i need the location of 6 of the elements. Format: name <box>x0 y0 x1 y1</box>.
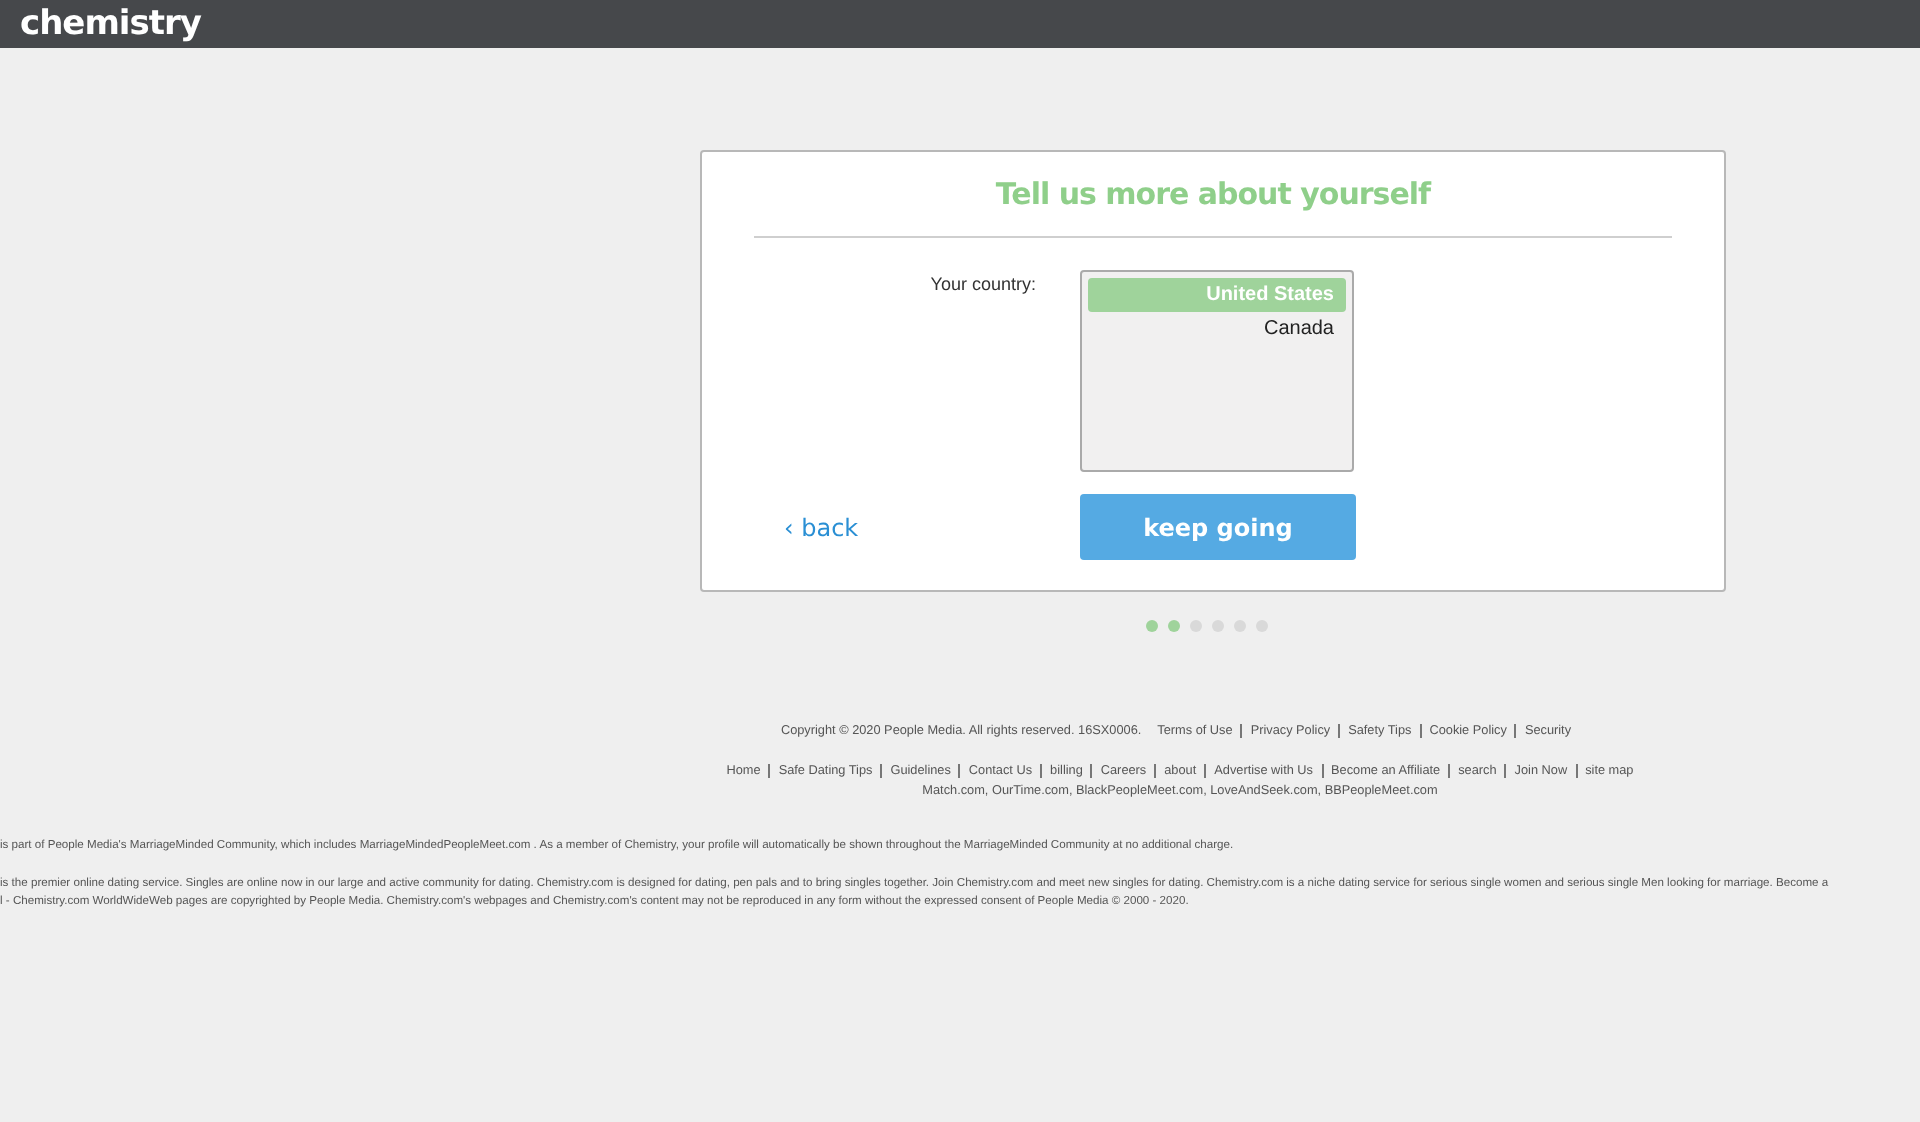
field-label: Your country: <box>928 272 1038 298</box>
country-option[interactable]: Canada <box>1088 312 1346 346</box>
site-logo[interactable]: chemistry <box>20 4 201 44</box>
country-listbox[interactable]: United States Canada <box>1080 270 1354 472</box>
back-link[interactable]: ‹ back <box>754 513 859 541</box>
form-title: Tell us more about yourself <box>993 176 1434 212</box>
